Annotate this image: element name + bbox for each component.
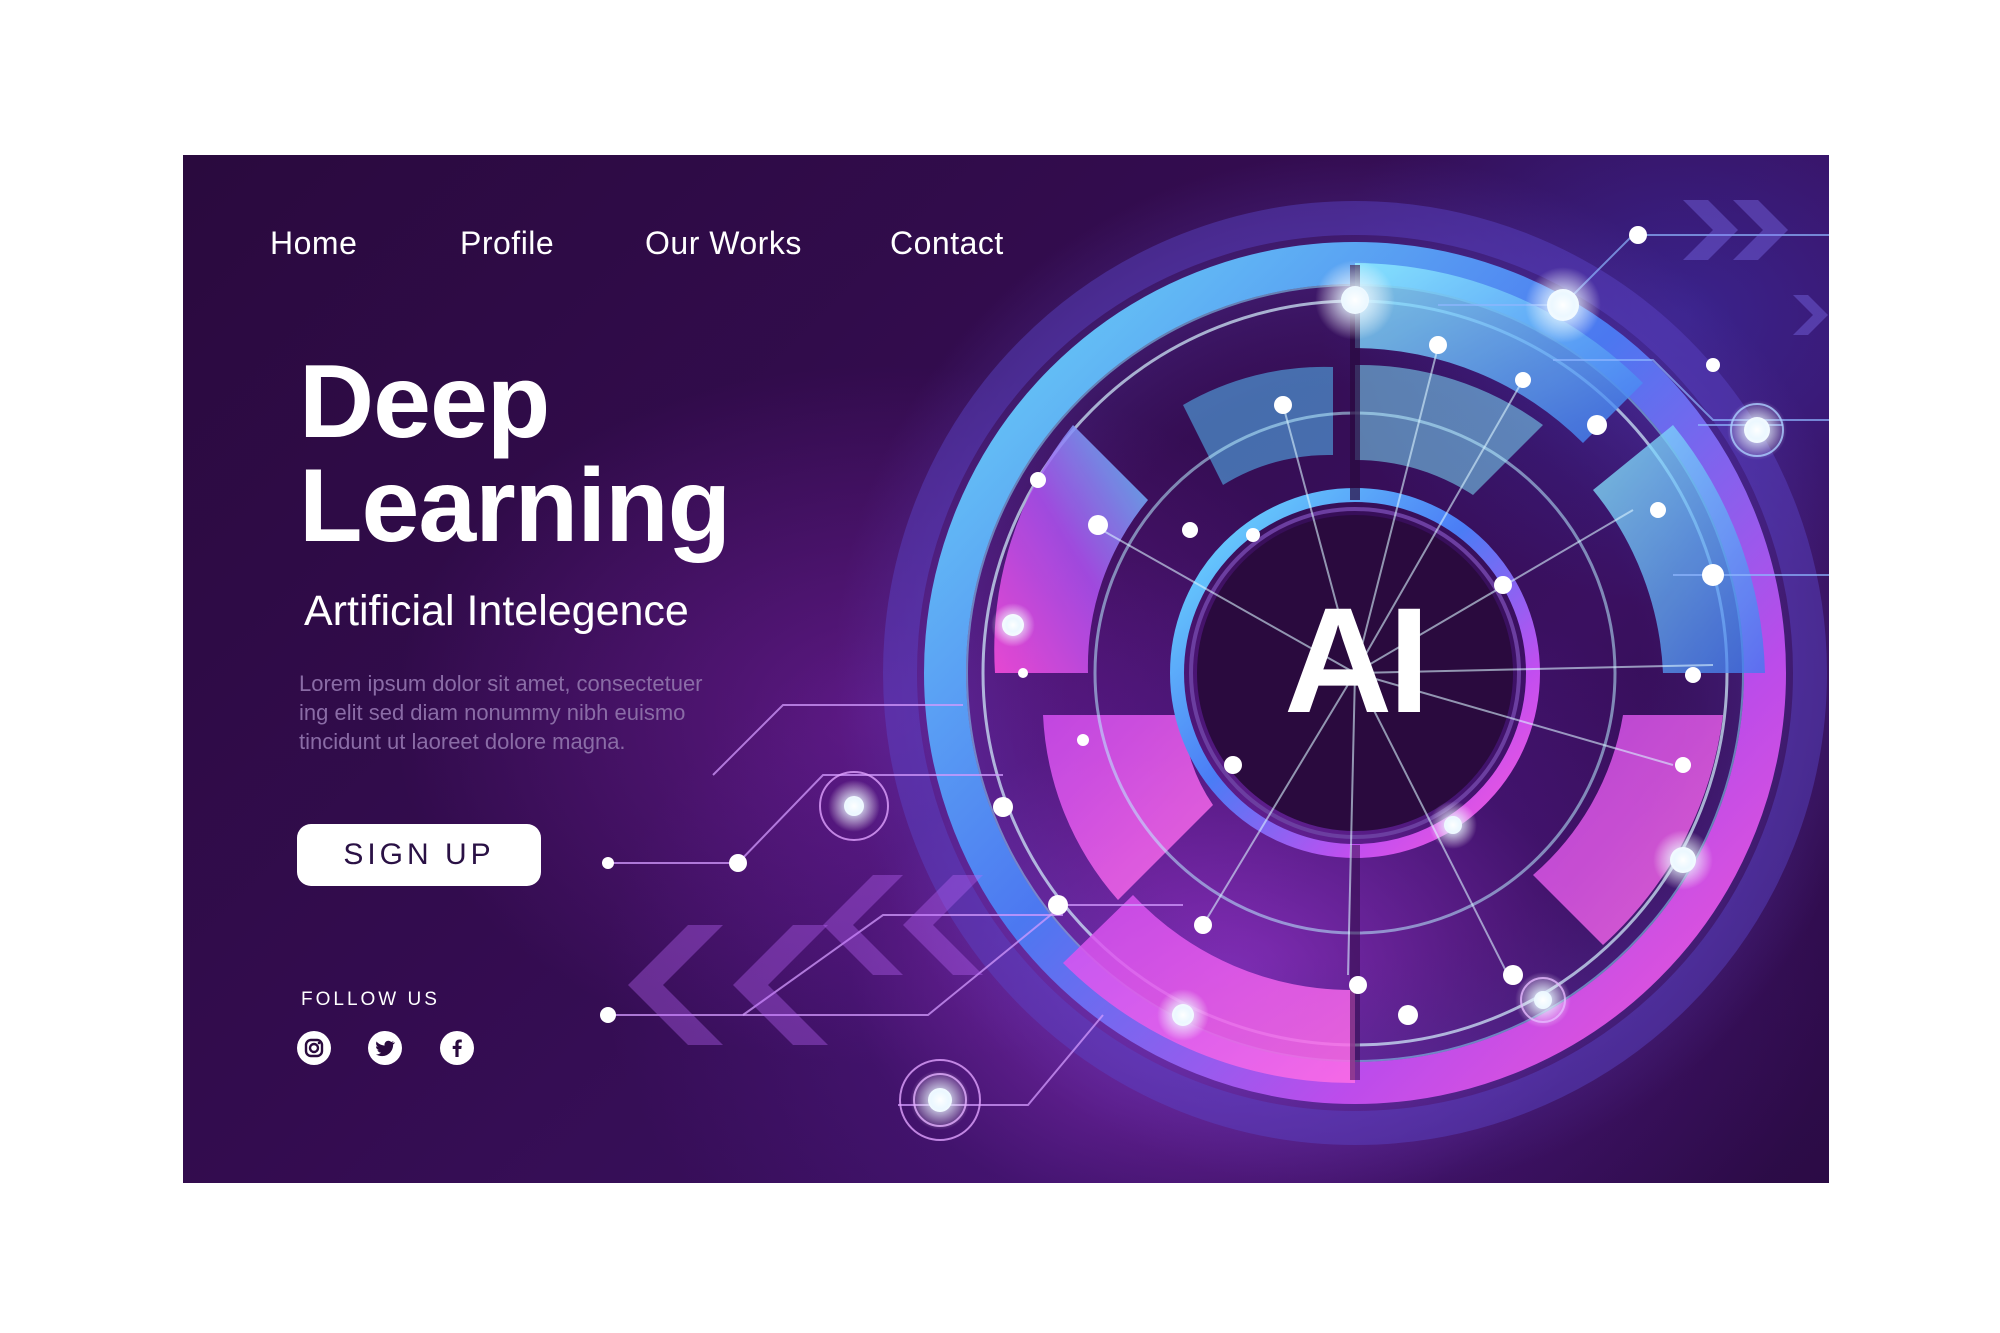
sign-up-button[interactable]: SIGN UP bbox=[297, 824, 541, 886]
nav-item-contact[interactable]: Contact bbox=[890, 225, 1004, 262]
nav-item-profile[interactable]: Profile bbox=[460, 225, 554, 262]
landing-page: AI Home Profile Our Works Contact Deep L… bbox=[183, 155, 1829, 1183]
instagram-icon[interactable] bbox=[297, 1031, 331, 1065]
facebook-icon[interactable] bbox=[440, 1031, 474, 1065]
hero-description-line: ing elit sed diam nonummy nibh euismo bbox=[299, 700, 686, 725]
hero-title: Deep Learning bbox=[299, 344, 731, 564]
hero-description-line: Lorem ipsum dolor sit amet, consectetuer bbox=[299, 671, 703, 696]
nav-item-home[interactable]: Home bbox=[270, 225, 357, 262]
ai-center-label: AI bbox=[1284, 576, 1430, 744]
hero-description-line: tincidunt ut laoreet dolore magna. bbox=[299, 729, 626, 754]
hero-subtitle: Artificial Intelegence bbox=[304, 587, 689, 635]
nav-item-our-works[interactable]: Our Works bbox=[645, 225, 802, 262]
twitter-icon[interactable] bbox=[368, 1031, 402, 1065]
follow-us-heading: FOLLOW US bbox=[301, 989, 440, 1010]
hero-title-line-2: Learning bbox=[299, 448, 731, 564]
top-navigation: Home Profile Our Works Contact bbox=[183, 225, 1083, 269]
hero-title-line-1: Deep bbox=[299, 344, 550, 460]
hero-description: Lorem ipsum dolor sit amet, consectetuer… bbox=[299, 669, 819, 756]
